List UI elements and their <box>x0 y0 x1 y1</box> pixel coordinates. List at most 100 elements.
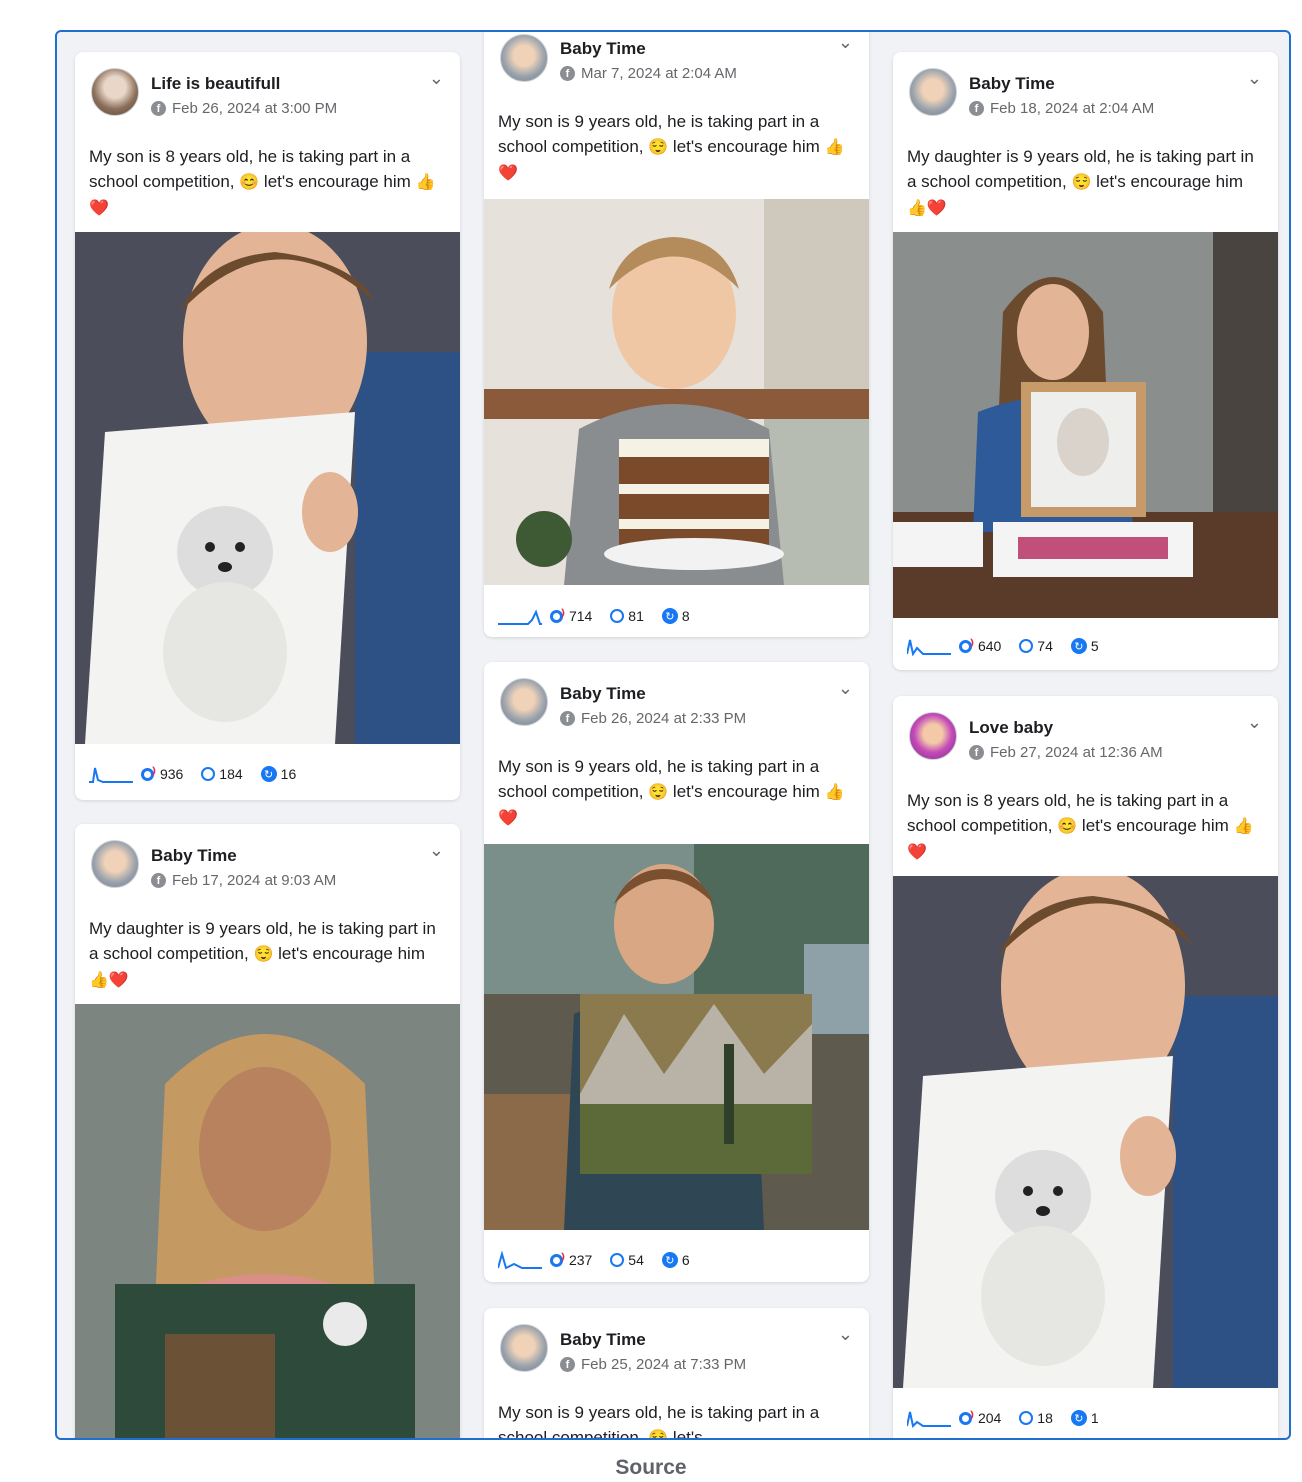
shares-value: 5 <box>1090 638 1099 654</box>
post-photo[interactable] <box>893 232 1278 618</box>
shares-count[interactable]: ↻ 6 <box>661 1252 690 1268</box>
post-card[interactable]: Baby Time f Feb 26, 2024 at 2:33 PM ⌄ My … <box>484 662 869 1282</box>
post-meta: f Feb 18, 2024 at 2:04 AM <box>969 100 1154 117</box>
comment-icon <box>201 767 216 781</box>
chevron-down-icon[interactable]: ⌄ <box>838 678 853 699</box>
comment-icon <box>610 1253 625 1267</box>
avatar[interactable] <box>500 678 548 726</box>
post-text: My son is 9 years old, he is taking part… <box>498 754 850 831</box>
chevron-down-icon[interactable]: ⌄ <box>429 840 444 861</box>
post-date[interactable]: Feb 26, 2024 at 3:00 PM <box>172 100 337 117</box>
avatar[interactable] <box>909 712 957 760</box>
facebook-icon: f <box>151 101 166 116</box>
thumbs-heart-emoji: 👍❤️ <box>89 972 129 989</box>
post-author[interactable]: Baby Time <box>560 39 646 59</box>
post-author[interactable]: Life is beautifull <box>151 74 280 94</box>
comments-value: 81 <box>628 608 644 624</box>
post-stats: ⁾ 714 81 ↻ 8 <box>498 606 700 626</box>
post-meta: f Feb 17, 2024 at 9:03 AM <box>151 872 336 889</box>
post-photo[interactable] <box>75 1004 460 1438</box>
chevron-down-icon[interactable]: ⌄ <box>429 68 444 89</box>
avatar[interactable] <box>91 68 139 116</box>
post-photo[interactable] <box>893 876 1278 1388</box>
comments-value: 54 <box>628 1252 644 1268</box>
avatar[interactable] <box>500 1324 548 1372</box>
comments-count[interactable]: 18 <box>1019 1410 1053 1426</box>
post-card[interactable]: Baby Time f Feb 18, 2024 at 2:04 AM ⌄ My … <box>893 52 1278 670</box>
avatar[interactable] <box>500 34 548 82</box>
post-author[interactable]: Baby Time <box>560 684 646 704</box>
post-body-tail: let's encourage him <box>1096 172 1243 191</box>
post-photo[interactable] <box>484 844 869 1230</box>
reactions-count[interactable]: ⁾ 640 <box>959 636 1001 656</box>
facebook-icon: f <box>560 1357 575 1372</box>
post-author[interactable]: Baby Time <box>560 1330 646 1350</box>
post-date[interactable]: Feb 17, 2024 at 9:03 AM <box>172 872 336 889</box>
share-icon: ↻ <box>1070 638 1087 654</box>
love-reaction-icon: ⁾ <box>561 1252 565 1269</box>
comments-count[interactable]: 54 <box>610 1252 644 1268</box>
sparkline-icon <box>498 1250 542 1270</box>
reactions-value: 936 <box>159 766 184 782</box>
post-card[interactable]: Love baby f Feb 27, 2024 at 12:36 AM ⌄ My… <box>893 696 1278 1438</box>
post-stats: ⁾ 237 54 ↻ 6 <box>498 1250 700 1270</box>
post-card[interactable]: Baby Time f Feb 25, 2024 at 7:33 PM ⌄ My … <box>484 1308 869 1438</box>
feed-frame: Life is beautifull f Feb 26, 2024 at 3:00… <box>55 30 1291 1440</box>
sparkline-icon <box>498 609 542 625</box>
chevron-down-icon[interactable]: ⌄ <box>1247 712 1262 733</box>
post-text: My daughter is 9 years old, he is taking… <box>89 916 441 993</box>
love-reaction-icon: ⁾ <box>561 608 565 625</box>
shares-count[interactable]: ↻ 16 <box>260 766 297 782</box>
facebook-icon: f <box>560 711 575 726</box>
avatar[interactable] <box>91 840 139 888</box>
post-date[interactable]: Feb 27, 2024 at 12:36 AM <box>990 744 1163 761</box>
shares-count[interactable]: ↻ 5 <box>1070 638 1099 654</box>
reactions-value: 714 <box>568 608 593 624</box>
post-date[interactable]: Mar 7, 2024 at 2:04 AM <box>581 65 737 82</box>
post-date[interactable]: Feb 18, 2024 at 2:04 AM <box>990 100 1154 117</box>
chevron-down-icon[interactable]: ⌄ <box>838 32 853 53</box>
comments-value: 74 <box>1037 638 1053 654</box>
post-photo[interactable] <box>75 232 460 744</box>
shares-count[interactable]: ↻ 1 <box>1070 1410 1099 1426</box>
shares-value: 6 <box>681 1252 690 1268</box>
comment-icon <box>1019 639 1034 653</box>
chevron-down-icon[interactable]: ⌄ <box>838 1324 853 1345</box>
post-photo[interactable] <box>484 199 869 585</box>
post-body-tail: let's encourage him <box>672 137 820 156</box>
post-meta: f Mar 7, 2024 at 2:04 AM <box>560 65 737 82</box>
reactions-count[interactable]: ⁾ 936 <box>141 764 183 784</box>
post-author[interactable]: Love baby <box>969 718 1053 738</box>
reactions-count[interactable]: ⁾ 714 <box>550 606 592 626</box>
post-card[interactable]: Baby Time f Mar 7, 2024 at 2:04 AM ⌄ My s… <box>484 32 869 637</box>
shares-count[interactable]: ↻ 8 <box>661 608 690 624</box>
smile-emoji: 😊 <box>1057 818 1078 835</box>
share-icon: ↻ <box>1070 1410 1087 1426</box>
post-meta: f Feb 27, 2024 at 12:36 AM <box>969 744 1163 761</box>
post-meta: f Feb 25, 2024 at 7:33 PM <box>560 1356 746 1373</box>
post-body-tail: let's encourage him <box>263 172 411 191</box>
post-text: My son is 9 years old, he is taking part… <box>498 109 850 186</box>
post-stats: ⁾ 204 18 ↻ 1 <box>907 1408 1109 1428</box>
comments-count[interactable]: 81 <box>610 608 644 624</box>
comments-value: 18 <box>1037 1410 1053 1426</box>
post-date[interactable]: Feb 25, 2024 at 7:33 PM <box>581 1356 746 1373</box>
shares-value: 16 <box>280 766 297 782</box>
post-text: My daughter is 9 years old, he is taking… <box>907 144 1259 221</box>
post-author[interactable]: Baby Time <box>151 846 237 866</box>
chevron-down-icon[interactable]: ⌄ <box>1247 68 1262 89</box>
post-author[interactable]: Baby Time <box>969 74 1055 94</box>
reactions-count[interactable]: ⁾ 237 <box>550 1250 592 1270</box>
post-card[interactable]: Baby Time f Feb 17, 2024 at 9:03 AM ⌄ My … <box>75 824 460 1438</box>
sparkline-icon <box>89 767 133 783</box>
post-date[interactable]: Feb 26, 2024 at 2:33 PM <box>581 710 746 727</box>
post-card[interactable]: Life is beautifull f Feb 26, 2024 at 3:00… <box>75 52 460 800</box>
comments-count[interactable]: 184 <box>201 766 243 782</box>
sparkline-icon <box>907 639 951 656</box>
comments-value: 184 <box>219 766 243 782</box>
shares-value: 8 <box>681 608 690 624</box>
love-reaction-icon: ⁾ <box>152 766 156 783</box>
reactions-count[interactable]: ⁾ 204 <box>959 1408 1001 1428</box>
avatar[interactable] <box>909 68 957 116</box>
comments-count[interactable]: 74 <box>1019 638 1053 654</box>
